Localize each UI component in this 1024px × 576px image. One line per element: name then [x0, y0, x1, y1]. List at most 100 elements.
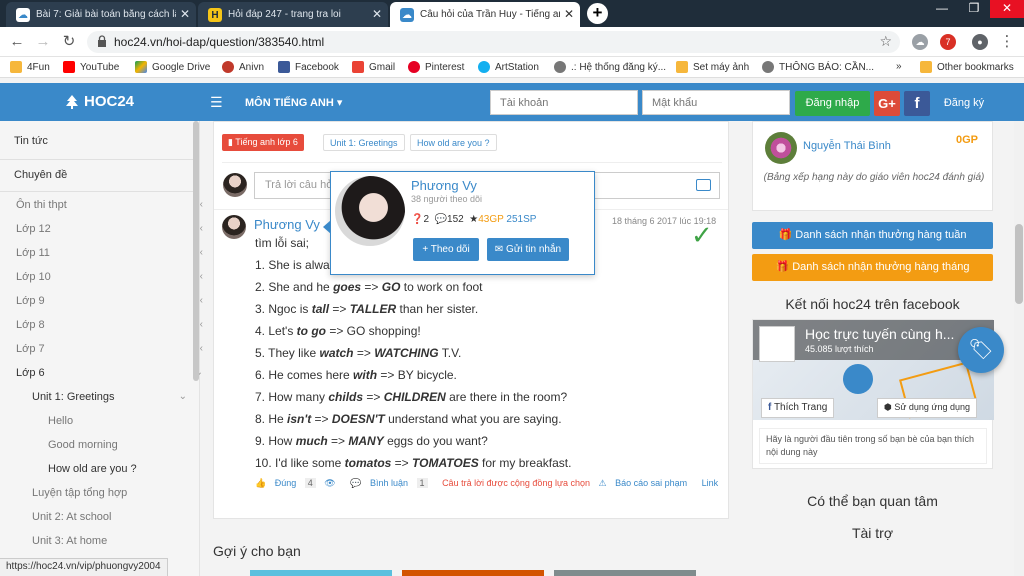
extension-icon[interactable]: 7 [940, 34, 956, 50]
page-scrollbar-thumb[interactable] [1015, 224, 1023, 304]
bookmark-item[interactable]: Google Drive [135, 61, 210, 73]
popover-avatar[interactable] [335, 176, 405, 246]
send-message-button[interactable]: ✉ Gửi tin nhắn [487, 238, 569, 261]
sidebar-item-lop-6[interactable]: Lớp 6⌄ [16, 367, 211, 379]
sidebar-item-lop-7[interactable]: Lớp 7 ‹ [16, 343, 211, 355]
report-button[interactable]: ⚠ Báo cáo sai phạm [599, 478, 694, 488]
permalink-link[interactable]: Link [702, 478, 719, 488]
bookmarks-overflow-button[interactable]: » [896, 61, 902, 72]
sidebar-item-unit-2[interactable]: Unit 2: At school [32, 511, 195, 523]
browser-tab-3[interactable]: ☁ Câu hỏi của Trần Huy - Tiếng anh ✕ [390, 2, 580, 27]
profile-icon[interactable]: ● [972, 34, 988, 50]
bookmark-star-icon[interactable]: ☆ [879, 33, 892, 50]
bookmark-item[interactable]: Anivn [222, 61, 264, 73]
sidebar-item-chuyen-de[interactable]: Chuyên đề⌄ [14, 169, 209, 181]
chevron-left-icon: ‹ [199, 199, 203, 210]
tag-chip[interactable]: ▮ Tiếng anh lớp 6 [222, 134, 304, 151]
new-tab-button[interactable]: + [587, 3, 608, 24]
bookmark-item[interactable]: Facebook [278, 61, 339, 73]
hamburger-menu-icon[interactable]: ☰ [210, 94, 223, 111]
chevron-down-icon: ⌄ [178, 391, 187, 402]
close-icon[interactable]: ✕ [564, 7, 574, 21]
sidebar-item-good-morning[interactable]: Good morning [48, 439, 195, 451]
facebook-page-name[interactable]: Học trực tuyến cùng h... [805, 326, 954, 342]
page-scrollbar[interactable] [1014, 121, 1024, 576]
bookmark-item[interactable]: Set máy ảnh [676, 61, 749, 73]
tag-chip[interactable]: Unit 1: Greetings [323, 134, 405, 151]
bookmark-item[interactable]: .: Hệ thống đăng ký... [554, 61, 666, 73]
lock-icon [98, 35, 106, 47]
maximize-icon[interactable]: ❐ [958, 0, 990, 18]
sidebar-item-lop-9[interactable]: Lớp 9 ‹ [16, 295, 211, 307]
password-input[interactable] [642, 90, 790, 115]
image-upload-icon[interactable] [696, 179, 711, 191]
sidebar-item-unit-1[interactable]: Unit 1: Greetings ⌄ [32, 391, 195, 403]
bookmark-item[interactable]: YouTube [63, 61, 119, 73]
browser-tab-1[interactable]: ☁ Bài 7: Giải bài toán bằng cách lập ✕ [6, 2, 196, 27]
answer-author-avatar[interactable] [222, 215, 246, 239]
anivn-icon [222, 61, 234, 73]
google-login-button[interactable]: G+ [874, 91, 900, 116]
sidebar-item-unit-3[interactable]: Unit 3: At home [32, 535, 195, 547]
sidebar-item-how-old-are-you[interactable]: How old are you ? [48, 463, 195, 475]
globe-icon [762, 61, 774, 73]
popover-user-name[interactable]: Phương Vy [411, 178, 477, 193]
sidebar-item-lop-12[interactable]: Lớp 12 ‹ [16, 223, 211, 235]
close-icon[interactable]: ✕ [372, 7, 382, 21]
sidebar-item-lop-10[interactable]: Lớp 10 ‹ [16, 271, 211, 283]
follow-button[interactable]: + Theo dõi [413, 238, 479, 261]
bookmark-item[interactable]: THÔNG BÁO: CẦN... [762, 61, 874, 73]
comment-button[interactable]: 💬 Bình luận 1 [350, 478, 433, 488]
monthly-rewards-button[interactable]: 🎁 Danh sách nhận thưởng hàng tháng [752, 254, 993, 281]
facebook-icon: f [768, 402, 772, 413]
sidebar-item-tin-tuc[interactable]: Tin tức [14, 135, 209, 147]
sidebar-item-on-thi-thpt[interactable]: Ôn thi thpt ‹ [16, 199, 211, 211]
close-icon[interactable]: ✕ [180, 7, 190, 21]
bookmark-item[interactable]: Pinterest [408, 61, 464, 73]
answer-line: 8. He isn't => DOESN'T understand what y… [255, 412, 562, 426]
answer-line: 3. Ngoc is tall => TALLER than her siste… [255, 302, 479, 316]
suggestion-thumb[interactable] [402, 570, 544, 576]
sidebar-item-hello[interactable]: Hello [48, 415, 195, 427]
like-button[interactable]: 👍 Đúng 4 👁 [255, 478, 342, 488]
answer-line: 9. How much => MANY eggs do you want? [255, 434, 488, 448]
answer-actions: 👍 Đúng 4 👁 💬 Bình luận 1 Câu trả lời đượ… [255, 478, 724, 489]
facebook-page-logo[interactable] [759, 326, 795, 362]
bookmark-item[interactable]: ArtStation [478, 61, 539, 73]
subject-dropdown[interactable]: MÔN TIẾNG ANH ▾ [245, 96, 342, 109]
eye-icon[interactable]: 👁 [324, 478, 335, 488]
tag-chip[interactable]: How old are you ? [410, 134, 497, 151]
other-bookmarks[interactable]: Other bookmarks [920, 61, 1014, 73]
facebook-use-app-button[interactable]: ⬢ Sử dụng ứng dụng [877, 398, 977, 418]
suggestion-thumb[interactable] [250, 570, 392, 576]
facebook-login-button[interactable]: f [904, 91, 930, 116]
bookmark-item[interactable]: 4Fun [10, 61, 50, 73]
facebook-like-page-button[interactable]: f Thích Trang [761, 398, 835, 418]
suggestion-thumb[interactable] [554, 570, 696, 576]
username-input[interactable] [490, 90, 638, 115]
back-arrow-icon[interactable]: ← [8, 33, 26, 51]
forward-arrow-icon[interactable]: → [34, 33, 52, 51]
bookmark-item[interactable]: Gmail [352, 61, 395, 73]
site-logo[interactable]: HOC24 [65, 93, 134, 110]
sidebar-scrollbar[interactable] [193, 121, 199, 381]
minimize-icon[interactable]: — [926, 0, 958, 18]
weekly-rewards-button[interactable]: 🎁 Danh sách nhận thưởng hàng tuần [752, 222, 993, 249]
rank-user-name[interactable]: Nguyễn Thái Bình [803, 140, 891, 152]
menu-dots-icon[interactable]: ⋮ [998, 33, 1016, 51]
url-input[interactable]: hoc24.vn/hoi-dap/question/383540.html ☆ [87, 31, 900, 53]
cloud-extension-icon[interactable]: ☁ [912, 34, 928, 50]
comment-icon: 💬 [350, 478, 362, 488]
window-close-icon[interactable]: ✕ [990, 0, 1024, 18]
register-button[interactable]: Đăng ký [934, 91, 994, 116]
sidebar-item-lop-8[interactable]: Lớp 8 ‹ [16, 319, 211, 331]
sidebar-item-lop-11[interactable]: Lớp 11 ‹ [16, 247, 211, 259]
rank-user-avatar[interactable] [765, 132, 797, 164]
browser-tab-2[interactable]: H Hỏi đáp 247 - trang tra loi ✕ [198, 2, 388, 27]
login-button[interactable]: Đăng nhập [795, 91, 870, 116]
sidebar-item-luyen-tap[interactable]: Luyện tập tổng hợp [32, 487, 195, 499]
reload-icon[interactable]: ↻ [60, 33, 78, 51]
answer-author-name[interactable]: Phương Vy [254, 217, 320, 232]
gift-icon: 🎁 [775, 261, 790, 273]
floating-tag-button[interactable]: 🏷 [958, 327, 1004, 373]
